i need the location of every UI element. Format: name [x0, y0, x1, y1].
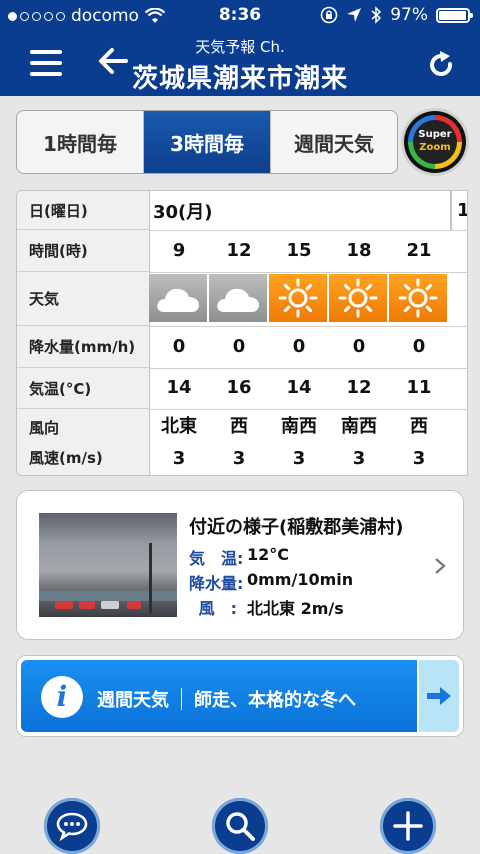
tab-1-hour[interactable]: 1時間毎 [17, 111, 144, 173]
row-labels: 日(曜日) 時間(時) 天気 降水量(mm/h) 気温(°C) 風向 風速(m/… [17, 191, 150, 475]
search-button[interactable] [212, 798, 268, 854]
status-right: 97% [320, 5, 473, 25]
nearby-temp-row: 気 温: 12°C [189, 545, 289, 569]
day-label: 30(月) [153, 201, 213, 223]
wind-speed-value: 3 [232, 448, 246, 469]
chevron-right-icon [435, 558, 446, 574]
hour-value: 18 [346, 240, 372, 261]
menu-icon[interactable] [30, 50, 62, 76]
status-bar: docomo 8:36 97% [0, 0, 480, 32]
arrow-right-icon [427, 687, 451, 705]
label-weather: 天気 [17, 272, 149, 326]
wind-speed-value: 3 [352, 448, 366, 469]
label-time: 時間(時) [17, 230, 149, 272]
temp-value: 11 [406, 377, 432, 398]
rotation-lock-icon [320, 6, 338, 24]
news-banner-text: 週間天気 師走、本格的な冬へ [97, 686, 356, 712]
chat-bubble-icon [56, 812, 88, 841]
wind-dir-value: 西 [410, 416, 428, 437]
news-banner-body[interactable]: i 週間天気 師走、本格的な冬へ [21, 660, 417, 732]
super-zoom-label-2: Zoom [419, 142, 451, 153]
temp-value: 14 [286, 377, 312, 398]
refresh-icon[interactable] [426, 50, 456, 80]
add-button[interactable] [380, 798, 436, 854]
bluetooth-icon [371, 6, 382, 24]
cloud-icon [157, 288, 199, 312]
hour-value: 12 [226, 240, 252, 261]
wind-speed-value: 3 [172, 448, 186, 469]
weather-cell [329, 274, 388, 322]
temp-value: 16 [226, 377, 252, 398]
sun-icon [338, 278, 378, 318]
navigation-bar: 天気予報 Ch. 茨城県潮来市潮来 [0, 32, 480, 96]
weather-cell [269, 274, 328, 322]
nearby-wind-label: 風 : [198, 599, 237, 618]
location-icon [347, 8, 362, 22]
weather-cell [389, 274, 448, 322]
nearby-precip-value: 0mm/10min [247, 570, 354, 589]
nearby-precip-row: 降水量: 0mm/10min [189, 570, 353, 594]
search-icon [226, 812, 255, 841]
wind-speed-value: 3 [412, 448, 426, 469]
chat-button[interactable] [44, 798, 100, 854]
super-zoom-button[interactable]: Super Zoom [404, 111, 466, 173]
sun-icon [398, 278, 438, 318]
precip-value: 0 [352, 336, 366, 357]
label-wind: 風向 風速(m/s) [17, 409, 149, 475]
label-temp: 気温(°C) [17, 368, 149, 409]
wind-dir-value: 西 [230, 416, 248, 437]
wind-dir-value: 南西 [281, 416, 317, 437]
hour-value: 9 [172, 240, 186, 261]
forecast-table[interactable]: 日(曜日) 時間(時) 天気 降水量(mm/h) 気温(°C) 風向 風速(m/… [16, 190, 468, 476]
news-headline: 師走、本格的な冬へ [194, 690, 356, 711]
temp-value: 12 [346, 377, 372, 398]
sun-icon [278, 278, 318, 318]
precip-value: 0 [172, 336, 186, 357]
weather-cell [209, 274, 268, 322]
super-zoom-label-1: Super [418, 129, 452, 140]
next-day-label: 1 [457, 191, 467, 230]
nearby-precip-label: 降水量: [189, 574, 244, 593]
nearby-wind-row: 風 : 北北東 2m/s [189, 595, 344, 619]
live-camera-photo [39, 513, 177, 617]
nearby-conditions-card[interactable]: 付近の様子(稲敷郡美浦村) 気 温: 12°C 降水量: 0mm/10min 風… [16, 490, 464, 640]
interval-tabs: 1時間毎 3時間毎 週間天気 [16, 110, 398, 174]
hour-value: 21 [406, 240, 432, 261]
news-banner-arrow[interactable] [419, 660, 459, 732]
tab-weekly[interactable]: 週間天気 [271, 111, 397, 173]
label-wind-dir: 風向 [29, 419, 60, 437]
nearby-wind-value: 北北東 2m/s [247, 599, 344, 618]
header-subtitle: 天気予報 Ch. [195, 38, 285, 56]
info-icon: i [41, 676, 83, 718]
nearby-title: 付近の様子(稲敷郡美浦村) [189, 517, 404, 538]
plus-icon [393, 811, 423, 841]
label-wind-speed: 風速(m/s) [29, 449, 103, 467]
news-category: 週間天気 [97, 690, 169, 711]
battery-icon [436, 7, 473, 23]
wind-speed-value: 3 [292, 448, 306, 469]
precip-value: 0 [412, 336, 426, 357]
tab-3-hour[interactable]: 3時間毎 [144, 111, 271, 173]
wind-dir-value: 北東 [161, 416, 197, 437]
temp-value: 14 [166, 377, 192, 398]
precip-value: 0 [292, 336, 306, 357]
nearby-temp-label: 気 温: [189, 549, 244, 568]
label-precip: 降水量(mm/h) [17, 326, 149, 368]
wind-dir-value: 南西 [341, 416, 377, 437]
cloud-icon [217, 288, 259, 312]
battery-percent: 97% [390, 5, 428, 25]
nearby-temp-value: 12°C [247, 545, 290, 564]
weather-cell [149, 274, 208, 322]
page-title: 茨城県潮来市潮来 [131, 64, 348, 94]
precip-value: 0 [232, 336, 246, 357]
hour-value: 15 [286, 240, 312, 261]
news-banner[interactable]: i 週間天気 師走、本格的な冬へ [16, 655, 464, 737]
label-date: 日(曜日) [17, 191, 149, 230]
